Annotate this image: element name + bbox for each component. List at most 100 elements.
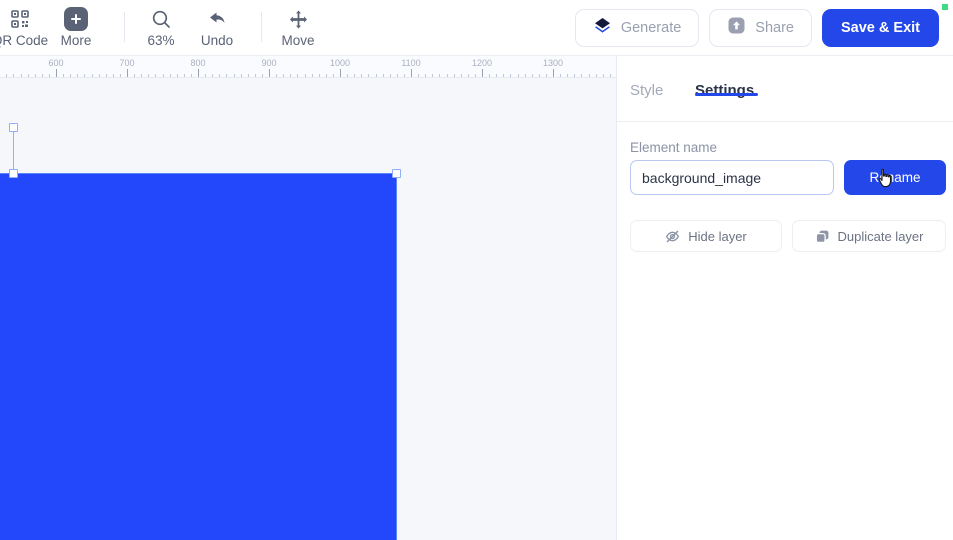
generate-label: Generate: [620, 20, 682, 36]
eye-off-icon: [665, 229, 680, 244]
ruler-minor-tick: [119, 74, 121, 77]
ruler-minor-tick: [91, 74, 93, 77]
ruler-label: 700: [119, 58, 135, 68]
ruler-minor-tick: [375, 74, 377, 77]
toolbar-divider-2: [261, 12, 262, 42]
ruler-minor-tick: [418, 74, 420, 77]
move-label: Move: [281, 33, 315, 48]
undo-button[interactable]: Undo: [189, 4, 245, 52]
ruler-minor-tick: [162, 74, 164, 77]
tab-settings[interactable]: Settings: [695, 82, 754, 121]
ruler-minor-tick: [560, 74, 562, 77]
rename-button[interactable]: Rename: [844, 160, 946, 195]
toolbar-group-left: QR Code More: [0, 0, 104, 55]
ruler-minor-tick: [205, 74, 207, 77]
ruler-minor-tick: [190, 74, 192, 77]
selection-handle-top-right[interactable]: [392, 169, 401, 178]
toolbar-group-view: 63% Undo: [133, 0, 245, 55]
ruler-minor-tick: [261, 74, 263, 77]
rotation-handle-stem: [13, 130, 14, 174]
duplicate-layer-label: Duplicate layer: [837, 228, 924, 244]
ruler-minor-tick: [276, 74, 278, 77]
hide-layer-button[interactable]: Hide layer: [630, 220, 782, 252]
rename-label: Rename: [869, 170, 921, 185]
ruler-minor-tick: [574, 74, 576, 77]
ruler-label: 1000: [329, 58, 351, 68]
undo-label: Undo: [200, 33, 234, 48]
ruler-minor-tick: [446, 74, 448, 77]
ruler-minor-tick: [304, 74, 306, 77]
toolbar-actions: Generate Share Save & Exit: [574, 9, 939, 47]
ruler-minor-tick: [297, 74, 299, 77]
ruler-minor-tick: [396, 74, 398, 77]
element-name-input[interactable]: [630, 160, 834, 195]
selection-handle-top-left[interactable]: [9, 169, 18, 178]
ruler-major-tick: [127, 69, 128, 77]
generate-button[interactable]: Generate: [574, 9, 700, 47]
ruler-minor-tick: [141, 74, 143, 77]
ruler-minor-tick: [517, 74, 519, 77]
ruler-minor-tick: [531, 74, 533, 77]
ruler-minor-tick: [354, 74, 356, 77]
top-toolbar: QR Code More: [0, 0, 953, 56]
ruler-minor-tick: [41, 74, 43, 77]
ruler-label: 1300: [542, 58, 564, 68]
ruler-minor-tick: [169, 74, 171, 77]
ruler-minor-tick: [403, 74, 405, 77]
ruler-minor-tick: [489, 74, 491, 77]
ruler-minor-tick: [588, 74, 590, 77]
qr-code-button[interactable]: QR Code: [0, 4, 48, 52]
ruler-minor-tick: [63, 74, 65, 77]
ruler-minor-tick: [240, 74, 242, 77]
ruler-minor-tick: [134, 74, 136, 77]
horizontal-ruler[interactable]: 600 700 800 900 1000 1100 1200 1300: [0, 56, 616, 78]
ruler-major-tick: [56, 69, 57, 77]
share-button[interactable]: Share: [709, 9, 812, 47]
zoom-button[interactable]: 63%: [133, 4, 189, 52]
rotation-handle[interactable]: [9, 123, 18, 132]
ruler-label: 600: [48, 58, 64, 68]
ruler-minor-tick: [27, 74, 29, 77]
ruler-major-tick: [269, 69, 270, 77]
layers-diamond-icon: [593, 16, 612, 40]
undo-arrow-icon: [207, 7, 228, 31]
ruler-label: 1100: [401, 58, 421, 68]
ruler-label: 800: [190, 58, 206, 68]
ruler-minor-tick: [439, 74, 441, 77]
element-name-label: Element name: [630, 140, 718, 155]
ruler-minor-tick: [212, 74, 214, 77]
save-and-exit-button[interactable]: Save & Exit: [822, 9, 939, 47]
ruler-minor-tick: [6, 74, 8, 77]
ruler-minor-tick: [247, 74, 249, 77]
ruler-minor-tick: [389, 74, 391, 77]
ruler-minor-tick: [254, 74, 256, 77]
ruler-minor-tick: [70, 74, 72, 77]
ruler-minor-tick: [453, 74, 455, 77]
more-button[interactable]: More: [48, 4, 104, 52]
selected-shape-background-image[interactable]: [0, 173, 397, 540]
ruler-minor-tick: [524, 74, 526, 77]
search-icon: [151, 7, 172, 31]
tab-style[interactable]: Style: [630, 82, 663, 121]
ruler-minor-tick: [311, 74, 313, 77]
duplicate-layer-button[interactable]: Duplicate layer: [792, 220, 946, 252]
design-canvas[interactable]: [0, 78, 616, 540]
ruler-major-tick: [482, 69, 483, 77]
ruler-minor-tick: [347, 74, 349, 77]
ruler-minor-tick: [13, 74, 15, 77]
ruler-label: 1200: [471, 58, 493, 68]
ruler-minor-tick: [425, 74, 427, 77]
ruler-minor-tick: [283, 74, 285, 77]
ruler-label: 900: [261, 58, 277, 68]
move-button[interactable]: Move: [270, 4, 326, 52]
ruler-minor-tick: [325, 74, 327, 77]
tab-style-label: Style: [630, 82, 664, 99]
ruler-minor-tick: [290, 74, 292, 77]
ruler-minor-tick: [595, 74, 597, 77]
active-tab-indicator: [695, 93, 758, 96]
ruler-minor-tick: [226, 74, 228, 77]
ruler-minor-tick: [538, 74, 540, 77]
ruler-minor-tick: [155, 74, 157, 77]
ruler-minor-tick: [332, 74, 334, 77]
ruler-minor-tick: [77, 74, 79, 77]
